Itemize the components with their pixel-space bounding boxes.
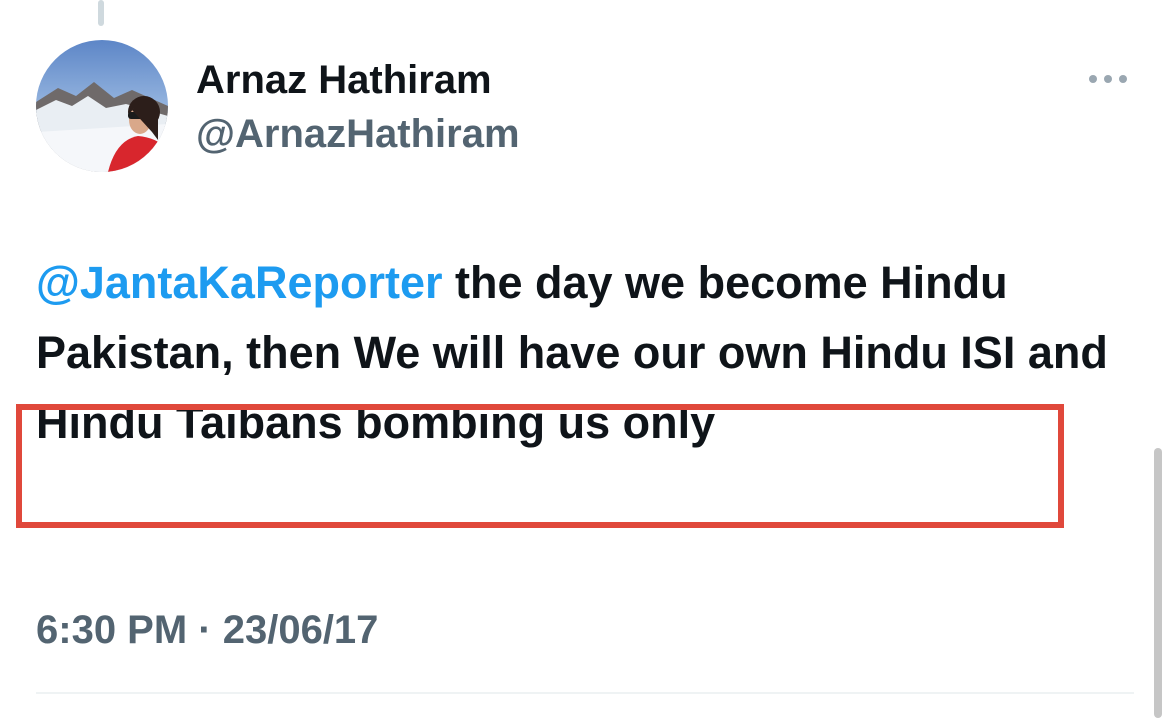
thread-connector-line — [98, 0, 104, 26]
tweet-timestamp[interactable]: 6:30 PM · 23/06/17 — [36, 606, 378, 654]
divider — [36, 692, 1134, 694]
mention-link[interactable]: @JantaKaReporter — [36, 257, 443, 308]
tweet-text: @JantaKaReporter the day we become Hindu… — [36, 248, 1126, 458]
avatar[interactable] — [36, 40, 168, 172]
scrollbar[interactable] — [1154, 448, 1162, 718]
more-options-icon[interactable] — [1086, 64, 1130, 94]
author-handle[interactable]: @ArnazHathiram — [196, 110, 520, 158]
avatar-photo — [36, 40, 168, 172]
author-display-name[interactable]: Arnaz Hathiram — [196, 56, 492, 104]
